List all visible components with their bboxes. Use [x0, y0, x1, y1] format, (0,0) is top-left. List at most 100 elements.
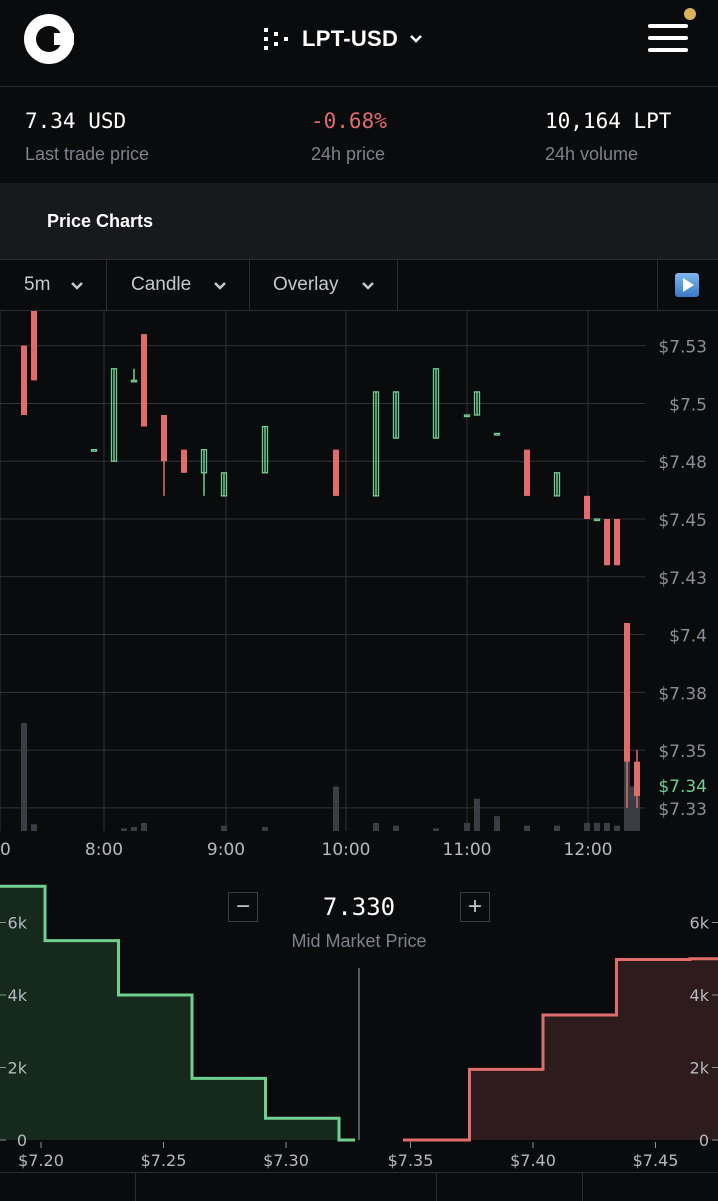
candle-body	[161, 415, 167, 462]
candle-body	[90, 449, 98, 452]
depth-y-tick-left: 0	[17, 1131, 27, 1150]
depth-x-tick-label: $7.35	[388, 1151, 434, 1170]
x-tick-label: 11:00	[443, 840, 492, 860]
volume-bar	[584, 822, 590, 831]
last-price-label: Last trade price	[25, 144, 150, 164]
volume-bar	[121, 828, 127, 831]
depth-x-tick-label: $7.25	[141, 1151, 187, 1170]
x-tick-label: 00	[0, 840, 11, 860]
depth-x-tick-label: $7.20	[18, 1151, 64, 1170]
interval-label: 5m	[24, 274, 51, 295]
depth-y-tick-left: 2k	[8, 1059, 28, 1078]
volume-bar	[494, 816, 500, 831]
chevron-down-icon	[362, 282, 374, 290]
candle-up	[372, 391, 380, 497]
chart-type-label: Candle	[131, 274, 192, 295]
x-tick-label: 12:00	[564, 840, 613, 860]
y-tick-label: $7.5	[669, 395, 707, 415]
candle-down	[584, 495, 590, 519]
chevron-down-icon	[71, 282, 83, 290]
hamburger-menu-icon[interactable]	[648, 18, 688, 58]
x-tick-label: 8:00	[85, 840, 123, 860]
price-chart[interactable]: $7.53 $7.5 $7.48 $7.45 $7.43 $7.4 $7.38 $7.35 $7…	[0, 311, 718, 871]
volume-bar	[393, 825, 399, 831]
play-icon[interactable]	[675, 273, 699, 297]
chevron-down-icon	[214, 282, 226, 290]
candle-body	[493, 432, 501, 436]
overlay-label: Overlay	[273, 274, 339, 295]
tab-price-charts[interactable]: Price Charts	[47, 211, 153, 232]
candle-grid-icon	[264, 28, 288, 50]
candle-down	[614, 519, 620, 566]
chart-type-select[interactable]: Candle	[107, 260, 250, 310]
candle-up	[130, 368, 138, 383]
current-price-label: $7.34	[658, 777, 707, 797]
candle-body	[593, 518, 601, 522]
candle-down	[141, 334, 147, 427]
price-change-label: 24h price	[311, 144, 386, 164]
x-tick-label: 9:00	[207, 840, 245, 860]
volume-label: 24h volume	[545, 144, 639, 164]
bottom-bar	[0, 1172, 718, 1201]
bid-area	[0, 886, 355, 1140]
candle-up	[553, 472, 561, 497]
volume-bar	[614, 825, 620, 831]
depth-y-tick-right: 0	[699, 1131, 709, 1150]
depth-y-tick-right: 2k	[690, 1059, 710, 1078]
depth-x-tick-label: $7.40	[510, 1151, 556, 1170]
pair-label: LPT-USD	[302, 26, 399, 51]
depth-y-tick-left: 4k	[8, 986, 28, 1005]
y-tick-label: $7.48	[658, 453, 707, 473]
depth-x-tick-label: $7.45	[633, 1151, 679, 1170]
depth-y-tick-right: 6k	[690, 914, 710, 933]
volume-bar	[141, 822, 147, 831]
coinbase-logo-icon[interactable]	[24, 14, 74, 64]
y-tick-label: $7.4	[669, 627, 707, 647]
volume-bar	[433, 828, 439, 831]
mid-market-label: Mid Market Price	[291, 931, 427, 951]
candle-body	[31, 311, 37, 381]
candle-up	[200, 449, 208, 496]
candle-down	[333, 449, 339, 496]
candle-body	[21, 345, 27, 415]
overlay-select[interactable]: Overlay	[250, 260, 398, 310]
volume-value: 10,164 LPT	[545, 109, 672, 133]
volume-bar	[373, 822, 379, 831]
candle-down	[21, 345, 27, 415]
pair-selector[interactable]: LPT-USD	[262, 22, 424, 56]
candle-up	[261, 425, 269, 474]
candle-up	[110, 368, 118, 462]
volume-bar	[221, 825, 227, 831]
candle-up	[90, 449, 98, 452]
ask-area	[403, 958, 718, 1140]
candle-body	[614, 519, 620, 566]
candle-body	[584, 495, 590, 519]
volume-bar	[474, 798, 480, 831]
candle-body	[130, 379, 138, 383]
candle-body	[634, 761, 640, 797]
volume-bar	[333, 786, 339, 831]
volume-bar	[524, 825, 530, 831]
depth-x-tick-label: $7.30	[263, 1151, 309, 1170]
candle-up	[392, 391, 400, 439]
interval-select[interactable]: 5m	[0, 260, 107, 310]
last-price: 7.34 USD	[25, 109, 127, 133]
candle-down	[181, 449, 187, 473]
depth-y-tick-right: 4k	[690, 986, 710, 1005]
candle-down	[161, 415, 167, 496]
volume-bar	[464, 822, 470, 831]
x-tick-label: 10:00	[322, 840, 371, 860]
candle-up	[493, 432, 501, 436]
depth-y-tick-left: 6k	[8, 914, 28, 933]
y-tick-label: $7.53	[658, 338, 707, 358]
volume-bar	[21, 723, 27, 831]
market-stats: 7.34 USD Last trade price -0.68% 24h pri…	[0, 86, 718, 184]
candle-body	[524, 449, 530, 496]
volume-bar	[554, 825, 560, 831]
mid-market-price: 7.330	[322, 893, 396, 921]
y-tick-label: $7.38	[658, 684, 707, 704]
candle-body	[181, 449, 187, 473]
zoom-in-button[interactable]: +	[460, 892, 490, 922]
zoom-out-button[interactable]: −	[228, 892, 258, 922]
y-tick-label: $7.45	[658, 511, 707, 531]
